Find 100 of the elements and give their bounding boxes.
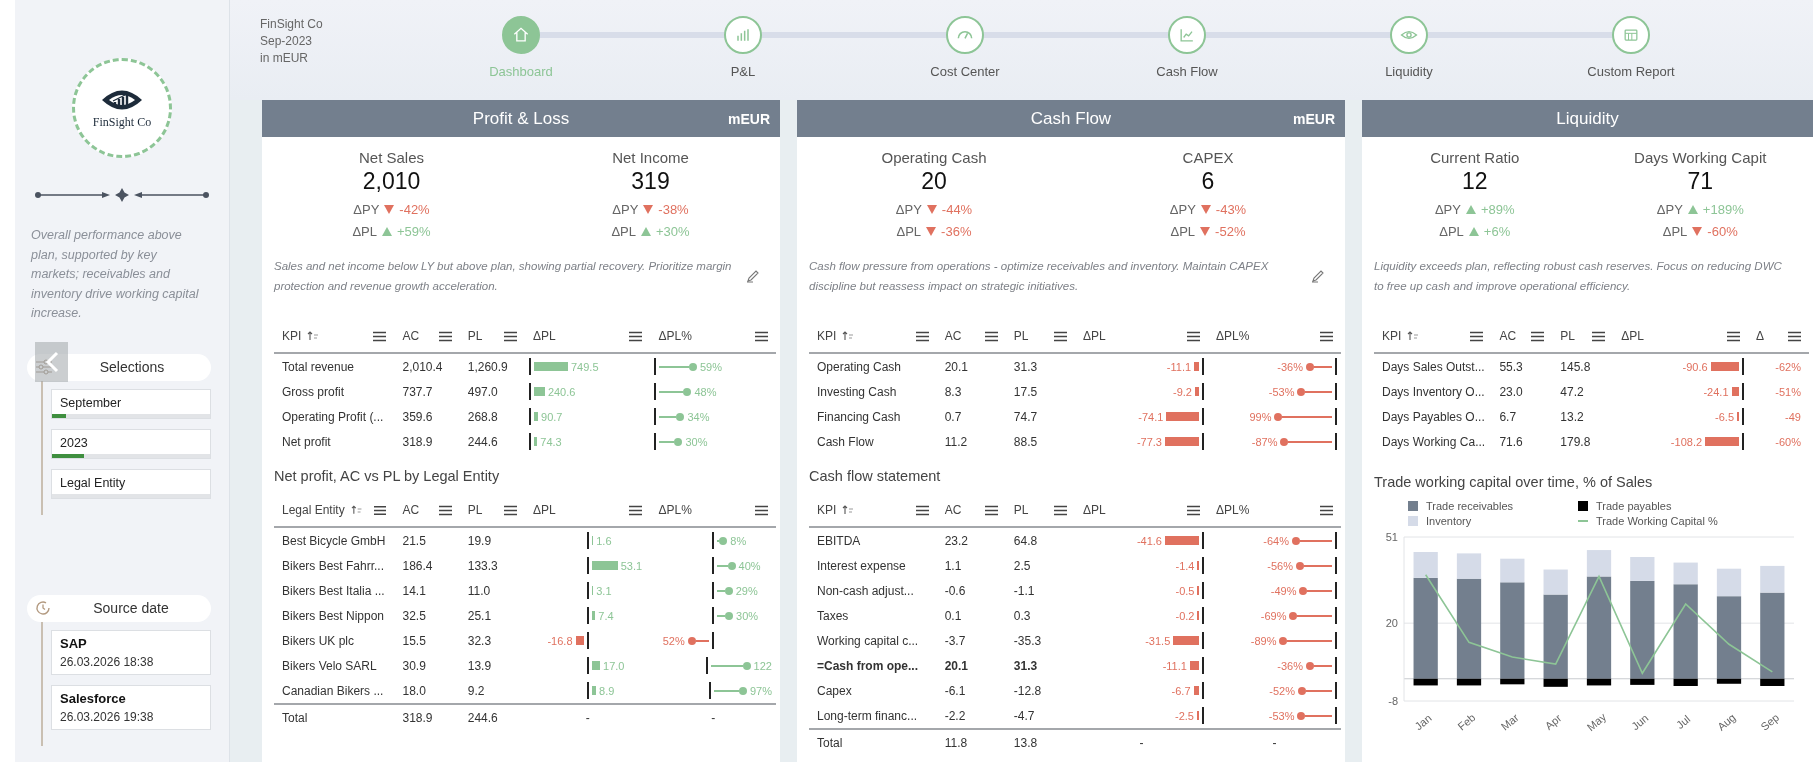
column-header[interactable]: ΔPL: [532, 503, 556, 517]
lollipop-marker: [1297, 386, 1332, 397]
delta-bar: [1189, 661, 1199, 670]
sort-icon[interactable]: [1407, 331, 1420, 341]
delta-value: -51%: [1775, 385, 1801, 398]
selection-card[interactable]: Legal Entity: [51, 468, 211, 499]
delta-bar: [1705, 437, 1740, 446]
column-header[interactable]: ΔPL%: [1216, 503, 1250, 517]
legend-label: Trade payables: [1596, 500, 1672, 512]
pencil-icon[interactable]: [746, 269, 760, 283]
axis-line: [586, 632, 589, 649]
column-header[interactable]: ΔPL: [1621, 329, 1644, 343]
column-header[interactable]: Legal Entity: [282, 503, 345, 517]
step-tab[interactable]: P&L: [730, 64, 756, 79]
column-header[interactable]: PL: [1013, 503, 1029, 517]
menu-icon[interactable]: [374, 504, 387, 516]
sort-icon[interactable]: [307, 331, 320, 341]
menu-icon[interactable]: [503, 504, 517, 516]
delta-bar: [575, 636, 584, 645]
kpi-value: 12: [1461, 168, 1488, 195]
menu-icon[interactable]: [984, 330, 998, 342]
column-header[interactable]: AC: [402, 503, 420, 517]
step-tab[interactable]: Custom Report: [1587, 64, 1675, 79]
column-header[interactable]: KPI: [817, 503, 837, 517]
kpi-value: 6: [1201, 168, 1215, 195]
column-header[interactable]: PL: [467, 329, 483, 343]
column-header[interactable]: ΔPL: [1083, 329, 1106, 343]
table-cell-text: Days Inventory O...: [1381, 384, 1486, 399]
delta-value: +189%: [1702, 201, 1744, 217]
menu-icon[interactable]: [503, 330, 517, 342]
step-tab[interactable]: Liquidity: [1385, 64, 1433, 79]
chart-title: Trade working capital over time, % of Sales: [1374, 474, 1654, 490]
delta-value: 34%: [687, 410, 710, 423]
delta-value: 74.3: [540, 435, 562, 448]
column-header[interactable]: AC: [402, 329, 420, 343]
menu-icon[interactable]: [1187, 330, 1200, 342]
column-header[interactable]: KPI: [282, 329, 302, 343]
kpi-value: 2,010: [362, 168, 421, 195]
menu-icon[interactable]: [1054, 504, 1067, 516]
delta-value: -16.8: [547, 634, 573, 647]
menu-icon[interactable]: [754, 504, 768, 516]
sort-icon[interactable]: [842, 505, 855, 515]
step-tab[interactable]: Cash Flow: [1156, 64, 1218, 79]
column-header[interactable]: KPI: [1382, 329, 1402, 343]
column-header[interactable]: AC: [1499, 329, 1517, 343]
menu-icon[interactable]: [629, 330, 643, 342]
menu-icon[interactable]: [754, 330, 768, 342]
column-header[interactable]: PL: [1013, 329, 1029, 343]
column-header[interactable]: AC: [944, 329, 962, 343]
menu-icon[interactable]: [373, 330, 387, 342]
table-cell-text: 2,010.4: [401, 359, 444, 374]
menu-icon[interactable]: [1187, 504, 1200, 516]
sort-icon[interactable]: [842, 331, 855, 341]
selection-card[interactable]: 2023: [51, 428, 211, 459]
column-header[interactable]: KPI: [817, 329, 837, 343]
menu-icon[interactable]: [915, 330, 929, 342]
selection-card[interactable]: September: [51, 388, 211, 419]
table-cell-text: Bikers Best Fahrr...: [281, 558, 386, 573]
column-header[interactable]: ΔPL%: [1216, 329, 1250, 343]
column-header[interactable]: Δ: [1756, 329, 1765, 343]
table-cell-text: 8.3: [943, 384, 963, 399]
column-header[interactable]: ΔPL%: [658, 329, 692, 343]
table-cell-text: Bikers UK plc: [281, 633, 356, 648]
axis-line: [654, 383, 657, 400]
menu-icon[interactable]: [438, 504, 452, 516]
lollipop-marker: [717, 585, 733, 596]
kpi-value: 20: [921, 168, 947, 195]
menu-icon[interactable]: [1787, 330, 1801, 342]
menu-icon[interactable]: [984, 504, 998, 516]
menu-icon[interactable]: [629, 504, 643, 516]
panel-title: Cash Flow: [1030, 108, 1112, 129]
axis-line: [1335, 383, 1337, 400]
column-header[interactable]: PL: [467, 503, 483, 517]
menu-icon[interactable]: [1054, 330, 1067, 342]
column-header[interactable]: AC: [944, 503, 962, 517]
table-cell-text: Bikers Best Italia ...: [281, 583, 386, 598]
sort-icon[interactable]: [350, 505, 363, 515]
company-name: FinSight Co: [260, 16, 324, 33]
delta-value: -2.5: [1175, 709, 1194, 722]
menu-icon[interactable]: [1470, 330, 1484, 342]
step-tab[interactable]: Cost Center: [930, 64, 1000, 79]
column-header[interactable]: ΔPL: [1083, 503, 1106, 517]
column-header[interactable]: PL: [1560, 329, 1575, 343]
pencil-icon[interactable]: [1311, 269, 1325, 283]
menu-icon[interactable]: [1320, 504, 1333, 516]
menu-icon[interactable]: [1320, 330, 1333, 342]
delta-value: -6.5: [1715, 410, 1735, 423]
axis-line: [586, 532, 589, 549]
table-cell-text: 13.8: [1012, 735, 1039, 750]
menu-icon[interactable]: [1592, 330, 1606, 342]
menu-icon[interactable]: [1727, 330, 1741, 342]
menu-icon[interactable]: [1531, 330, 1545, 342]
table-cell-text: Days Payables O...: [1381, 409, 1486, 424]
summary-text: Overall performance above plan, supported by key markets; receivables and inventory drive working capital increase.: [31, 227, 200, 322]
menu-icon[interactable]: [915, 504, 929, 516]
menu-icon[interactable]: [438, 330, 452, 342]
axis-line: [705, 657, 708, 674]
column-header[interactable]: ΔPL%: [658, 503, 692, 517]
lollipop-marker: [1306, 660, 1332, 671]
column-header[interactable]: ΔPL: [532, 329, 556, 343]
